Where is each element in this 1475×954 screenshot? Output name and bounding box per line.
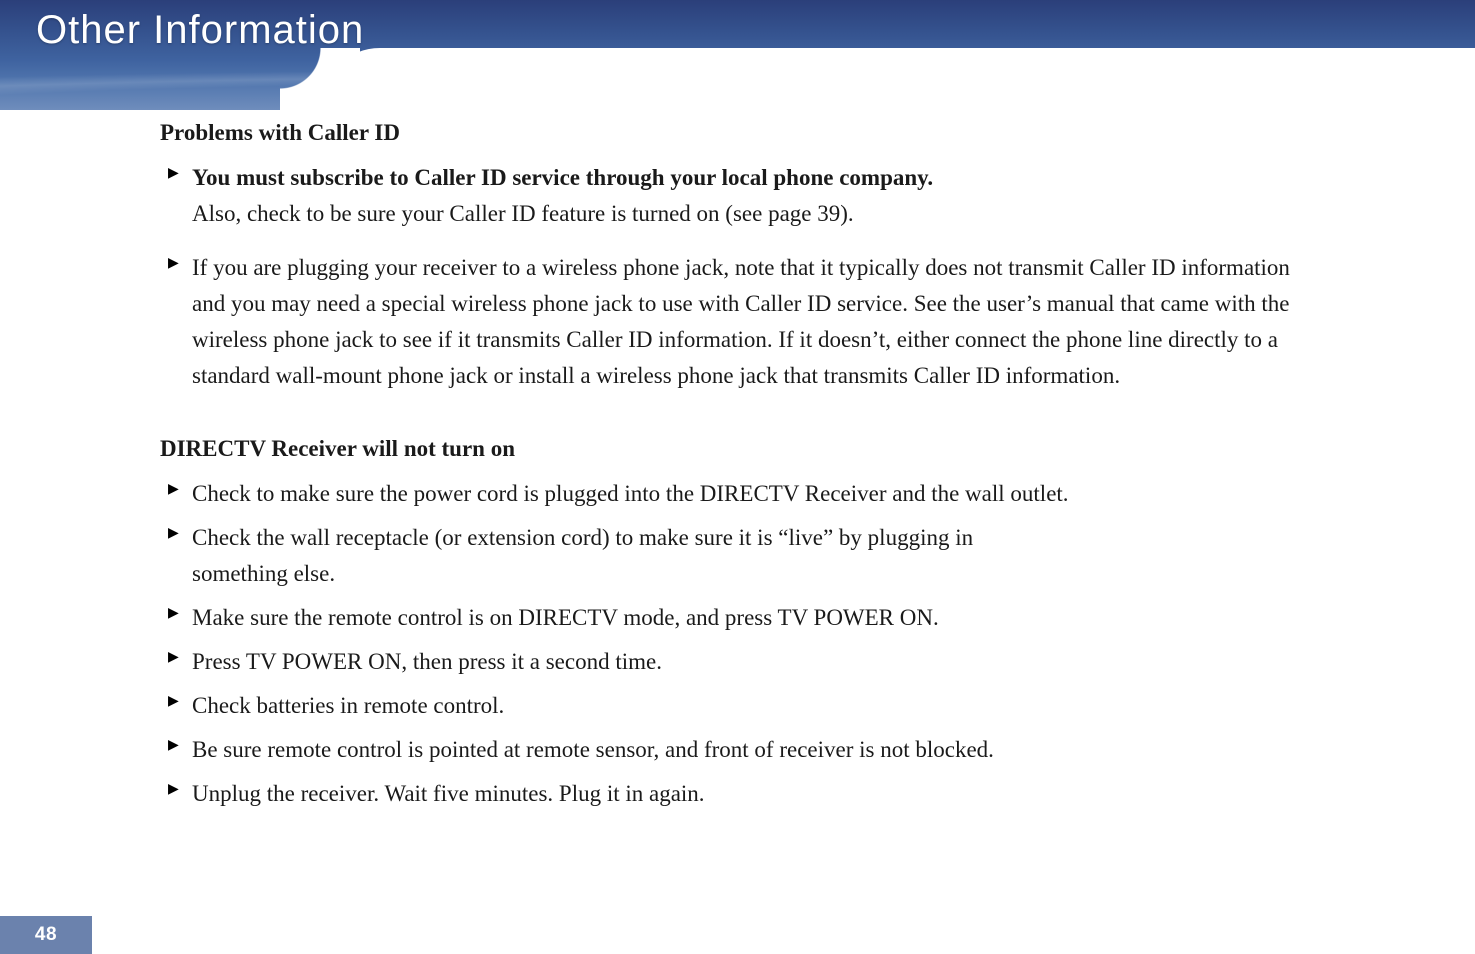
section-title: DIRECTV Receiver will not turn on [160, 436, 1320, 462]
page-number: 48 [0, 916, 92, 954]
triangle-right-icon: ▶ [168, 250, 192, 394]
list-item-text: Unplug the receiver. Wait five minutes. … [192, 776, 1320, 812]
list-item: ▶Check batteries in remote control. [168, 688, 1320, 724]
list-item-text: Check batteries in remote control. [192, 688, 1320, 724]
list-item-body: Unplug the receiver. Wait five minutes. … [192, 781, 705, 806]
list-item-text: Press TV POWER ON, then press it a secon… [192, 644, 1320, 680]
list-item: ▶Be sure remote control is pointed at re… [168, 732, 1320, 768]
list-item-text: Check to make sure the power cord is plu… [192, 476, 1320, 512]
list-item-body: Check the wall receptacle (or extension … [192, 525, 973, 586]
triangle-right-icon: ▶ [168, 732, 192, 768]
list-item-text: Make sure the remote control is on DIREC… [192, 600, 1320, 636]
list-item-text: If you are plugging your receiver to a w… [192, 250, 1320, 394]
list-item-body: Check batteries in remote control. [192, 693, 504, 718]
triangle-right-icon: ▶ [168, 520, 192, 592]
list-item: ▶If you are plugging your receiver to a … [168, 250, 1320, 394]
page-title: Other Information [36, 8, 364, 53]
triangle-right-icon: ▶ [168, 160, 192, 232]
list-item-body: Press TV POWER ON, then press it a secon… [192, 649, 662, 674]
list-item: ▶You must subscribe to Caller ID service… [168, 160, 1320, 232]
page: Other Information Problems with Caller I… [0, 0, 1475, 954]
list-item: ▶Press TV POWER ON, then press it a seco… [168, 644, 1320, 680]
header-tab-cutout [320, 48, 1475, 128]
list-item-body: Make sure the remote control is on DIREC… [192, 605, 939, 630]
triangle-right-icon: ▶ [168, 476, 192, 512]
triangle-right-icon: ▶ [168, 600, 192, 636]
list-item-body: Be sure remote control is pointed at rem… [192, 737, 994, 762]
list-item: ▶Check the wall receptacle (or extension… [168, 520, 1320, 592]
section: Problems with Caller ID▶You must subscri… [160, 120, 1320, 394]
triangle-right-icon: ▶ [168, 776, 192, 812]
list-item-text: You must subscribe to Caller ID service … [192, 160, 1320, 232]
section-title: Problems with Caller ID [160, 120, 1320, 146]
list-item-text: Be sure remote control is pointed at rem… [192, 732, 1320, 768]
content-area: Problems with Caller ID▶You must subscri… [160, 120, 1320, 854]
section: DIRECTV Receiver will not turn on▶Check … [160, 436, 1320, 812]
list-item-body: Check to make sure the power cord is plu… [192, 481, 1069, 506]
triangle-right-icon: ▶ [168, 688, 192, 724]
list-item-lead: You must subscribe to Caller ID service … [192, 165, 933, 190]
list-item: ▶Check to make sure the power cord is pl… [168, 476, 1320, 512]
triangle-right-icon: ▶ [168, 644, 192, 680]
list-item-body: If you are plugging your receiver to a w… [192, 255, 1290, 388]
list-item: ▶Unplug the receiver. Wait five minutes.… [168, 776, 1320, 812]
list-item-body: Also, check to be sure your Caller ID fe… [192, 201, 854, 226]
list-item-text: Check the wall receptacle (or extension … [192, 520, 1072, 592]
list-item: ▶Make sure the remote control is on DIRE… [168, 600, 1320, 636]
